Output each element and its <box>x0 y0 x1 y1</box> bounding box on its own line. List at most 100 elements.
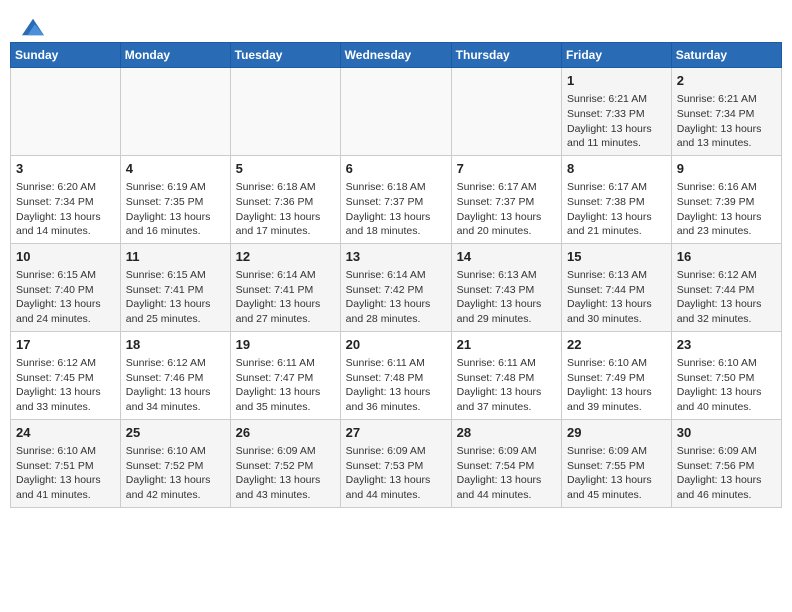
day-info: Sunset: 7:42 PM <box>346 283 446 298</box>
day-info: Sunset: 7:45 PM <box>16 371 115 386</box>
day-number: 15 <box>567 248 666 266</box>
calendar-cell: 11Sunrise: 6:15 AMSunset: 7:41 PMDayligh… <box>120 243 230 331</box>
day-info: Daylight: 13 hours and 18 minutes. <box>346 210 446 239</box>
calendar-cell <box>340 68 451 156</box>
day-number: 2 <box>677 72 776 90</box>
calendar-cell: 25Sunrise: 6:10 AMSunset: 7:52 PMDayligh… <box>120 419 230 507</box>
day-number: 29 <box>567 424 666 442</box>
day-info: Sunset: 7:33 PM <box>567 107 666 122</box>
day-number: 7 <box>457 160 556 178</box>
day-number: 28 <box>457 424 556 442</box>
day-info: Sunrise: 6:09 AM <box>677 444 776 459</box>
calendar-week-2: 3Sunrise: 6:20 AMSunset: 7:34 PMDaylight… <box>11 155 782 243</box>
day-number: 30 <box>677 424 776 442</box>
day-info: Sunrise: 6:17 AM <box>567 180 666 195</box>
day-info: Sunrise: 6:18 AM <box>236 180 335 195</box>
day-info: Daylight: 13 hours and 40 minutes. <box>677 385 776 414</box>
day-info: Daylight: 13 hours and 41 minutes. <box>16 473 115 502</box>
day-info: Daylight: 13 hours and 34 minutes. <box>126 385 225 414</box>
day-info: Daylight: 13 hours and 16 minutes. <box>126 210 225 239</box>
day-info: Sunrise: 6:11 AM <box>236 356 335 371</box>
day-info: Sunrise: 6:12 AM <box>677 268 776 283</box>
day-info: Sunset: 7:49 PM <box>567 371 666 386</box>
calendar-cell: 6Sunrise: 6:18 AMSunset: 7:37 PMDaylight… <box>340 155 451 243</box>
day-number: 13 <box>346 248 446 266</box>
calendar-cell: 9Sunrise: 6:16 AMSunset: 7:39 PMDaylight… <box>671 155 781 243</box>
day-number: 8 <box>567 160 666 178</box>
day-info: Sunrise: 6:11 AM <box>346 356 446 371</box>
day-number: 16 <box>677 248 776 266</box>
day-info: Sunset: 7:40 PM <box>16 283 115 298</box>
calendar-cell <box>230 68 340 156</box>
day-info: Daylight: 13 hours and 44 minutes. <box>346 473 446 502</box>
calendar-cell <box>120 68 230 156</box>
day-info: Sunrise: 6:19 AM <box>126 180 225 195</box>
day-number: 18 <box>126 336 225 354</box>
day-info: Sunrise: 6:13 AM <box>567 268 666 283</box>
day-info: Daylight: 13 hours and 33 minutes. <box>16 385 115 414</box>
day-info: Daylight: 13 hours and 43 minutes. <box>236 473 335 502</box>
day-info: Sunset: 7:51 PM <box>16 459 115 474</box>
day-number: 5 <box>236 160 335 178</box>
logo <box>20 18 44 32</box>
calendar-cell: 5Sunrise: 6:18 AMSunset: 7:36 PMDaylight… <box>230 155 340 243</box>
day-number: 12 <box>236 248 335 266</box>
day-info: Sunrise: 6:15 AM <box>16 268 115 283</box>
day-info: Daylight: 13 hours and 35 minutes. <box>236 385 335 414</box>
day-number: 20 <box>346 336 446 354</box>
calendar-cell: 15 Sunrise: 6:13 AMSunset: 7:44 PMDayligh… <box>562 243 672 331</box>
day-info: Daylight: 13 hours and 20 minutes. <box>457 210 556 239</box>
calendar-week-1: 1Sunrise: 6:21 AMSunset: 7:33 PMDaylight… <box>11 68 782 156</box>
day-info: Daylight: 13 hours and 28 minutes. <box>346 297 446 326</box>
day-info: Sunset: 7:55 PM <box>567 459 666 474</box>
day-info: Daylight: 13 hours and 32 minutes. <box>677 297 776 326</box>
day-info: Daylight: 13 hours and 13 minutes. <box>677 122 776 151</box>
calendar-cell: 1Sunrise: 6:21 AMSunset: 7:33 PMDaylight… <box>562 68 672 156</box>
day-info: Sunrise: 6:12 AM <box>16 356 115 371</box>
calendar-cell: 16Sunrise: 6:12 AMSunset: 7:44 PMDayligh… <box>671 243 781 331</box>
day-info: Sunset: 7:54 PM <box>457 459 556 474</box>
calendar-week-4: 17Sunrise: 6:12 AMSunset: 7:45 PMDayligh… <box>11 331 782 419</box>
day-info: Sunset: 7:41 PM <box>236 283 335 298</box>
calendar-cell: 21Sunrise: 6:11 AMSunset: 7:48 PMDayligh… <box>451 331 561 419</box>
calendar-week-3: 10Sunrise: 6:15 AMSunset: 7:40 PMDayligh… <box>11 243 782 331</box>
day-info: Sunset: 7:37 PM <box>346 195 446 210</box>
calendar-cell: 26 Sunrise: 6:09 AMSunset: 7:52 PMDayligh… <box>230 419 340 507</box>
day-info: Sunset: 7:43 PM <box>457 283 556 298</box>
calendar-week-5: 24Sunrise: 6:10 AMSunset: 7:51 PMDayligh… <box>11 419 782 507</box>
day-info: Daylight: 13 hours and 37 minutes. <box>457 385 556 414</box>
day-info: Sunrise: 6:21 AM <box>677 92 776 107</box>
day-info: Sunrise: 6:14 AM <box>236 268 335 283</box>
calendar-cell <box>11 68 121 156</box>
logo-icon <box>22 18 44 36</box>
day-info: Sunset: 7:41 PM <box>126 283 225 298</box>
day-info: Sunset: 7:44 PM <box>567 283 666 298</box>
day-number: 25 <box>126 424 225 442</box>
day-info: Sunrise: 6:10 AM <box>677 356 776 371</box>
day-info: Sunset: 7:52 PM <box>236 459 335 474</box>
day-info: Sunrise: 6:09 AM <box>457 444 556 459</box>
calendar-cell: 27Sunrise: 6:09 AMSunset: 7:53 PMDayligh… <box>340 419 451 507</box>
day-number: 3 <box>16 160 115 178</box>
day-info: Sunset: 7:35 PM <box>126 195 225 210</box>
day-info: Sunset: 7:34 PM <box>16 195 115 210</box>
column-header-monday: Monday <box>120 43 230 68</box>
day-info: Daylight: 13 hours and 30 minutes. <box>567 297 666 326</box>
day-info: Daylight: 13 hours and 42 minutes. <box>126 473 225 502</box>
page-header <box>10 10 782 36</box>
day-info: Sunset: 7:36 PM <box>236 195 335 210</box>
calendar-cell: 20Sunrise: 6:11 AMSunset: 7:48 PMDayligh… <box>340 331 451 419</box>
day-number: 21 <box>457 336 556 354</box>
day-info: Daylight: 13 hours and 21 minutes. <box>567 210 666 239</box>
day-info: Sunset: 7:56 PM <box>677 459 776 474</box>
day-info: Sunrise: 6:18 AM <box>346 180 446 195</box>
day-info: Daylight: 13 hours and 23 minutes. <box>677 210 776 239</box>
day-number: 27 <box>346 424 446 442</box>
day-number: 14 <box>457 248 556 266</box>
day-number: 23 <box>677 336 776 354</box>
day-number: 9 <box>677 160 776 178</box>
day-number: 26 <box>236 424 335 442</box>
day-info: Sunrise: 6:09 AM <box>236 444 335 459</box>
day-info: Sunrise: 6:14 AM <box>346 268 446 283</box>
day-info: Sunrise: 6:21 AM <box>567 92 666 107</box>
